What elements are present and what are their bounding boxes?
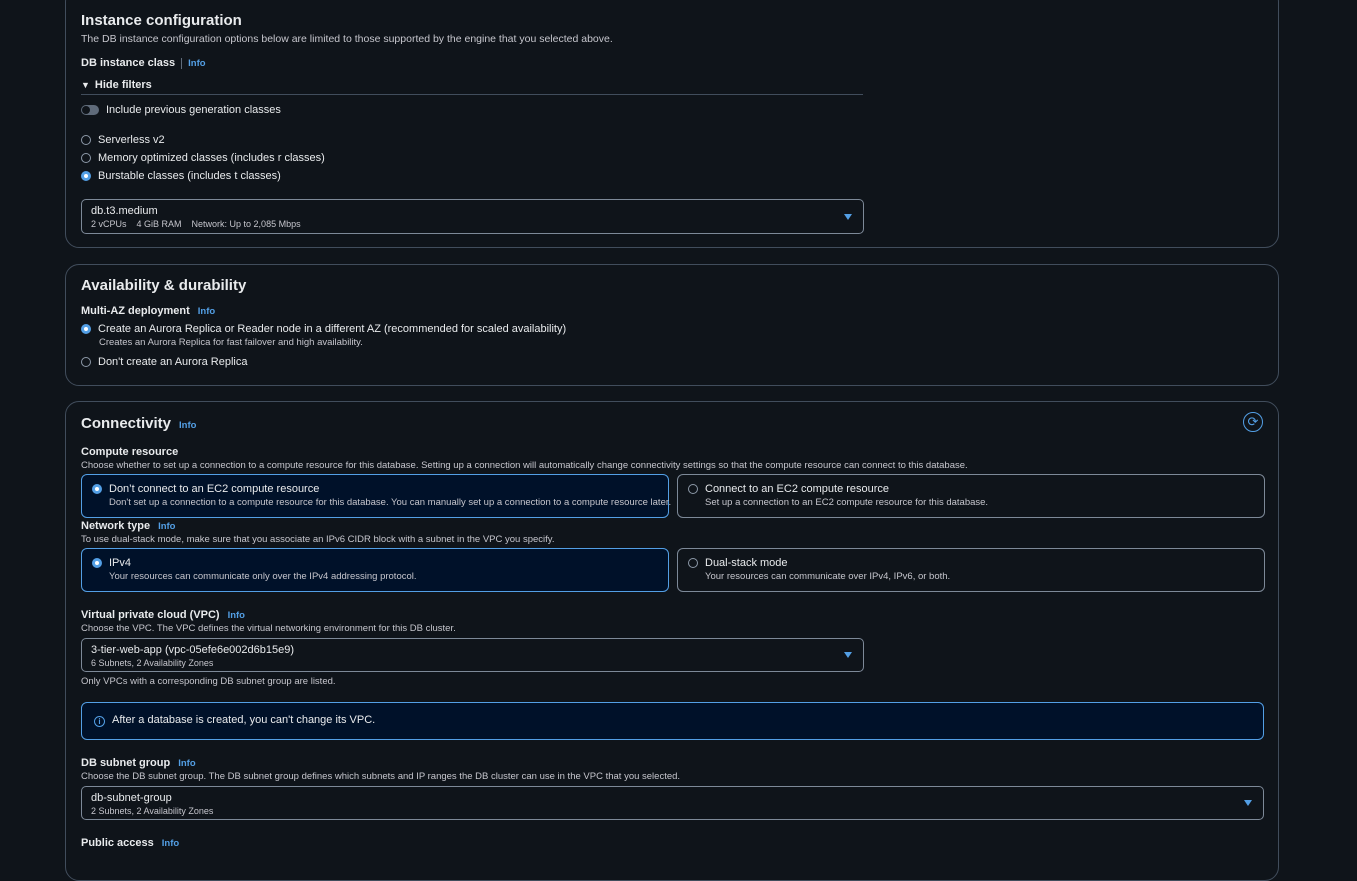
db-subnet-group-text: DB subnet group: [81, 757, 171, 769]
info-circle-icon: i: [94, 716, 105, 727]
select-meta: 2 vCPUs 4 GiB RAM Network: Up to 2,085 Mbp…: [91, 219, 311, 229]
db-subnet-group-label: DB subnet group Info: [81, 757, 196, 769]
vpc-description: Choose the VPC. The VPC defines the virt…: [81, 623, 456, 634]
connectivity-info-link[interactable]: Info: [179, 420, 196, 431]
vpc-note: Only VPCs with a corresponding DB subnet…: [81, 676, 336, 687]
select-value: db.t3.medium: [91, 205, 158, 217]
radio-serverless-v2[interactable]: Serverless v2: [81, 134, 165, 146]
db-instance-class-info-link[interactable]: Info: [181, 58, 206, 69]
instance-configuration-panel: Instance configuration The DB instance c…: [65, 0, 1279, 248]
tile-description: Set up a connection to an EC2 compute re…: [705, 497, 989, 508]
tile-dual-stack[interactable]: Dual-stack mode Your resources can commu…: [677, 548, 1265, 592]
radio-button-selected[interactable]: [92, 484, 102, 494]
refresh-icon[interactable]: ⟳: [1243, 412, 1263, 432]
availability-durability-panel: Availability & durability Multi-AZ deplo…: [65, 264, 1279, 386]
tile-title: Don’t connect to an EC2 compute resource: [109, 483, 320, 495]
radio-label: Serverless v2: [98, 134, 165, 146]
tile-title: IPv4: [109, 557, 132, 569]
network-type-text: Network type: [81, 520, 151, 532]
radio-label: Memory optimized classes (includes r cla…: [98, 152, 325, 164]
include-previous-generation-label: Include previous generation classes: [106, 104, 281, 116]
instance-configuration-title: Instance configuration: [81, 12, 242, 29]
triangle-down-icon: ▼: [81, 80, 90, 90]
select-meta: 2 Subnets, 2 Availability Zones: [91, 806, 214, 816]
tile-description: Your resources can communicate over IPv4…: [705, 571, 951, 582]
vpc-info-link[interactable]: Info: [228, 610, 245, 621]
radio-dont-create-replica[interactable]: Don't create an Aurora Replica: [81, 356, 247, 368]
ram-text: 4 GiB RAM: [136, 219, 182, 229]
radio-button-selected[interactable]: [92, 558, 102, 568]
radio-burstable[interactable]: Burstable classes (includes t classes): [81, 170, 281, 182]
radio-button-selected[interactable]: [81, 171, 91, 181]
caret-down-icon: [1244, 800, 1252, 806]
public-access-text: Public access: [81, 837, 154, 849]
radio-create-aurora-replica[interactable]: Create an Aurora Replica or Reader node …: [81, 323, 566, 335]
select-meta: 6 Subnets, 2 Availability Zones: [91, 658, 214, 668]
hide-filters-toggle[interactable]: ▼ Hide filters: [81, 79, 863, 95]
select-value: db-subnet-group: [91, 792, 172, 804]
tile-title: Connect to an EC2 compute resource: [705, 483, 890, 495]
vpc-info-alert: i After a database is created, you can't…: [81, 702, 1264, 740]
network-type-info-link[interactable]: Info: [158, 521, 175, 532]
radio-button[interactable]: [81, 357, 91, 367]
toggle-switch[interactable]: [81, 105, 99, 115]
vpc-label: Virtual private cloud (VPC) Info: [81, 609, 245, 621]
radio-button[interactable]: [81, 153, 91, 163]
caret-down-icon: [844, 213, 852, 220]
public-access-label: Public access Info: [81, 837, 179, 849]
radio-button[interactable]: [688, 484, 698, 494]
db-instance-class-label: DB instance class Info: [81, 57, 206, 69]
multi-az-info-link[interactable]: Info: [198, 306, 215, 317]
vcpus-text: 2 vCPUs: [91, 219, 127, 229]
availability-title: Availability & durability: [81, 277, 247, 294]
tile-ipv4[interactable]: IPv4 Your resources can communicate only…: [81, 548, 669, 592]
radio-button[interactable]: [688, 558, 698, 568]
tile-connect-ec2[interactable]: Connect to an EC2 compute resource Set u…: [677, 474, 1265, 518]
multi-az-label: Multi-AZ deployment Info: [81, 305, 215, 317]
db-subnet-group-description: Choose the DB subnet group. The DB subne…: [81, 771, 681, 782]
hide-filters-label: Hide filters: [94, 79, 152, 91]
radio-memory-optimized[interactable]: Memory optimized classes (includes r cla…: [81, 152, 325, 164]
db-subnet-group-info-link[interactable]: Info: [178, 758, 195, 769]
select-value: 3-tier-web-app (vpc-05efe6e002d6b15e9): [91, 644, 295, 656]
instance-configuration-description: The DB instance configuration options be…: [81, 33, 613, 45]
radio-button[interactable]: [81, 135, 91, 145]
db-instance-class-text: DB instance class: [81, 57, 176, 69]
radio-label: Burstable classes (includes t classes): [98, 170, 281, 182]
radio-button-selected[interactable]: [81, 324, 91, 334]
vpc-select[interactable]: 3-tier-web-app (vpc-05efe6e002d6b15e9) 6…: [81, 638, 864, 672]
include-previous-generation-toggle[interactable]: Include previous generation classes: [81, 104, 281, 116]
caret-down-icon: [844, 652, 852, 658]
network-type-label: Network type Info: [81, 520, 176, 532]
connectivity-title: Connectivity Info: [81, 415, 196, 432]
multi-az-text: Multi-AZ deployment: [81, 305, 190, 317]
tile-description: Your resources can communicate only over…: [109, 571, 417, 582]
db-instance-class-select[interactable]: db.t3.medium 2 vCPUs 4 GiB RAM Network: Up…: [81, 199, 864, 234]
tile-description: Don't set up a connection to a compute r…: [109, 497, 672, 508]
network-text: Network: Up to 2,085 Mbps: [191, 219, 301, 229]
compute-resource-label: Compute resource: [81, 446, 179, 458]
vpc-label-text: Virtual private cloud (VPC): [81, 609, 220, 621]
alert-text: After a database is created, you can't c…: [112, 714, 376, 726]
tile-title: Dual-stack mode: [705, 557, 788, 569]
public-access-info-link[interactable]: Info: [162, 838, 179, 849]
compute-resource-description: Choose whether to set up a connection to…: [81, 460, 968, 471]
connectivity-panel: Connectivity Info ⟳ Compute resource Choo…: [65, 401, 1279, 881]
network-type-description: To use dual-stack mode, make sure that y…: [81, 534, 555, 545]
radio-label: Don't create an Aurora Replica: [98, 356, 248, 368]
db-subnet-group-select[interactable]: db-subnet-group 2 Subnets, 2 Availabilit…: [81, 786, 1264, 820]
connectivity-title-text: Connectivity: [81, 415, 172, 432]
radio-label: Create an Aurora Replica or Reader node …: [98, 323, 567, 335]
tile-dont-connect-ec2[interactable]: Don’t connect to an EC2 compute resource…: [81, 474, 672, 518]
create-replica-description: Creates an Aurora Replica for fast failo…: [99, 337, 363, 348]
